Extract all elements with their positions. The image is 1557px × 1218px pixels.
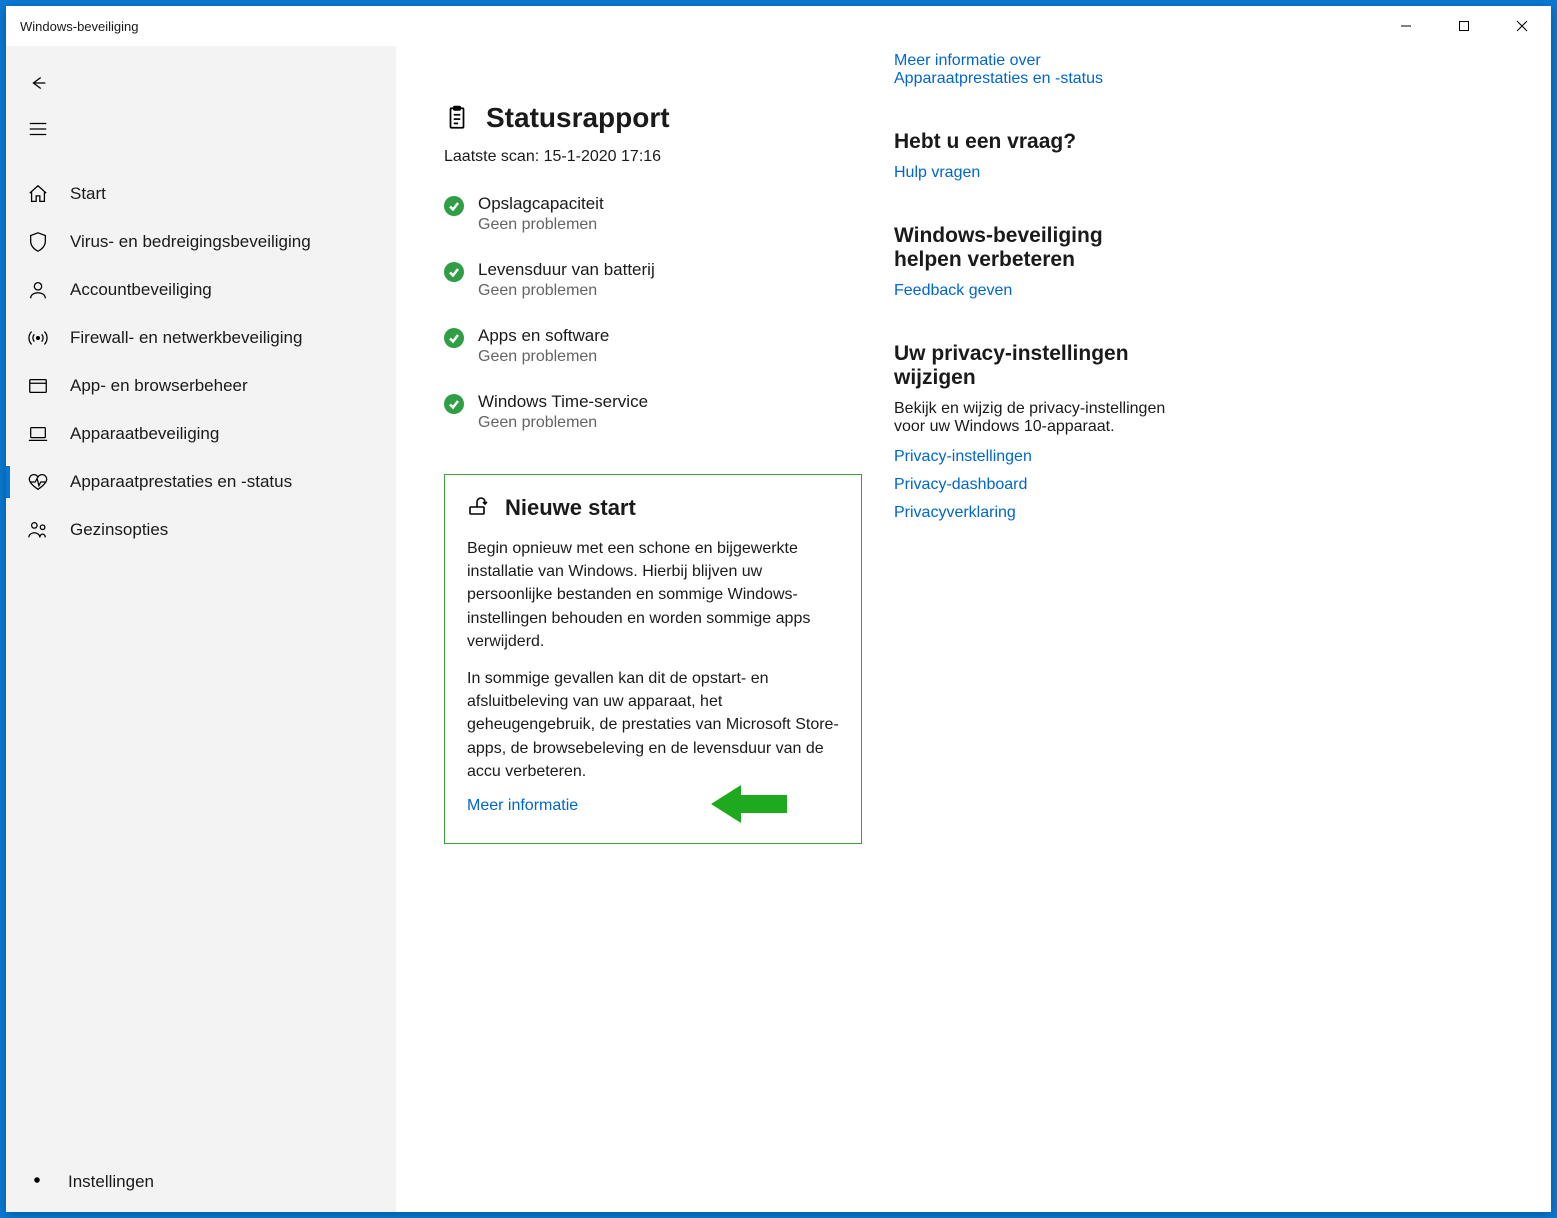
maximize-icon	[1458, 20, 1470, 32]
fresh-start-more-link[interactable]: Meer informatie	[467, 797, 578, 814]
check-ok-icon	[444, 328, 464, 348]
antenna-icon	[26, 326, 50, 350]
nav-item-label: Start	[70, 184, 106, 204]
shield-icon	[26, 230, 50, 254]
nav-settings[interactable]: Instellingen	[6, 1152, 396, 1212]
window: Windows-beveiliging	[6, 6, 1551, 1212]
window-title: Windows-beveiliging	[20, 19, 139, 34]
nav-settings-label: Instellingen	[68, 1172, 154, 1192]
heart-icon	[26, 470, 50, 494]
nav-item-label: Gezinsopties	[70, 520, 168, 540]
nav-item-label: Accountbeveiliging	[70, 280, 212, 300]
side-help-heading: Hebt u een vraag?	[894, 130, 1174, 154]
status-item: Apps en software Geen problemen	[444, 326, 864, 366]
minimize-button[interactable]	[1377, 6, 1435, 46]
nav-item-app[interactable]: App- en browserbeheer	[6, 362, 396, 410]
nav-item-family[interactable]: Gezinsopties	[6, 506, 396, 554]
status-item: Windows Time-service Geen problemen	[444, 392, 864, 432]
side-feedback-link[interactable]: Feedback geven	[894, 282, 1174, 300]
back-button[interactable]	[6, 60, 396, 106]
laptop-icon	[26, 422, 50, 446]
status-item: Opslagcapaciteit Geen problemen	[444, 194, 864, 234]
privacy-link[interactable]: Privacyverklaring	[894, 504, 1174, 522]
last-scan: Laatste scan: 15-1-2020 17:16	[444, 148, 864, 166]
fresh-start-icon	[467, 493, 491, 523]
status-item-sub: Geen problemen	[478, 282, 655, 300]
fresh-start-p1: Begin opnieuw met een schone en bijgewer…	[467, 537, 839, 653]
nav-item-firewall[interactable]: Firewall- en netwerkbeveiliging	[6, 314, 396, 362]
side-panel: Meer informatie over Apparaatprestaties …	[894, 46, 1174, 1182]
titlebar: Windows-beveiliging	[6, 6, 1551, 46]
side-privacy: Uw privacy-instellingen wijzigen Bekijk …	[894, 342, 1174, 522]
annotation-arrow	[709, 777, 789, 835]
nav-item-virus[interactable]: Virus- en bedreigingsbeveiliging	[6, 218, 396, 266]
nav-item-health[interactable]: Apparaatprestaties en -status	[6, 458, 396, 506]
side-feedback: Windows-beveiliging helpen verbeteren Fe…	[894, 224, 1174, 300]
maximize-button[interactable]	[1435, 6, 1493, 46]
status-item-title: Opslagcapaciteit	[478, 194, 604, 214]
fresh-start-heading: Nieuwe start	[505, 495, 636, 521]
family-icon	[26, 518, 50, 542]
status-heading: Statusrapport	[486, 102, 670, 134]
back-arrow-icon	[26, 71, 50, 95]
status-item-title: Apps en software	[478, 326, 609, 346]
side-help: Hebt u een vraag? Hulp vragen	[894, 130, 1174, 182]
body: Start Virus- en bedreigingsbeveiliging Acc…	[6, 46, 1551, 1212]
privacy-link[interactable]: Privacy-instellingen	[894, 448, 1174, 466]
side-privacy-heading: Uw privacy-instellingen wijzigen	[894, 342, 1174, 390]
side-privacy-desc: Bekijk en wijzig de privacy-instellingen…	[894, 400, 1174, 436]
check-ok-icon	[444, 394, 464, 414]
nav-item-label: Apparaatprestaties en -status	[70, 472, 292, 492]
status-item-sub: Geen problemen	[478, 348, 609, 366]
check-ok-icon	[444, 196, 464, 216]
nav-item-label: Apparaatbeveiliging	[70, 424, 219, 444]
nav-item-account[interactable]: Accountbeveiliging	[6, 266, 396, 314]
side-top-link[interactable]: Meer informatie over Apparaatprestaties …	[894, 52, 1174, 88]
main: Statusrapport Laatste scan: 15-1-2020 17…	[396, 46, 1551, 1212]
app-icon	[26, 374, 50, 398]
status-item-title: Levensduur van batterij	[478, 260, 655, 280]
fresh-start-heading-row: Nieuwe start	[467, 493, 839, 523]
fresh-start-box: Nieuwe start Begin opnieuw met een schon…	[444, 474, 862, 844]
status-heading-row: Statusrapport	[444, 102, 864, 134]
home-icon	[26, 182, 50, 206]
close-button[interactable]	[1493, 6, 1551, 46]
close-icon	[1516, 20, 1528, 32]
nav-item-home[interactable]: Start	[6, 170, 396, 218]
sidebar: Start Virus- en bedreigingsbeveiliging Acc…	[6, 46, 396, 1212]
content: Statusrapport Laatste scan: 15-1-2020 17…	[444, 46, 864, 1182]
nav-item-label: App- en browserbeheer	[70, 376, 248, 396]
privacy-link[interactable]: Privacy-dashboard	[894, 476, 1174, 494]
status-item-sub: Geen problemen	[478, 216, 604, 234]
fresh-start-p2: In sommige gevallen kan dit de opstart- …	[467, 667, 839, 783]
hamburger-button[interactable]	[6, 106, 396, 152]
side-help-link[interactable]: Hulp vragen	[894, 164, 1174, 182]
minimize-icon	[1400, 20, 1412, 32]
side-feedback-heading: Windows-beveiliging helpen verbeteren	[894, 224, 1174, 272]
nav-item-device[interactable]: Apparaatbeveiliging	[6, 410, 396, 458]
status-item: Levensduur van batterij Geen problemen	[444, 260, 864, 300]
status-item-title: Windows Time-service	[478, 392, 648, 412]
nav-item-label: Firewall- en netwerkbeveiliging	[70, 328, 302, 348]
clipboard-icon	[444, 105, 470, 131]
gear-icon	[26, 1169, 48, 1196]
hamburger-icon	[26, 117, 50, 141]
window-controls	[1377, 6, 1551, 46]
person-icon	[26, 278, 50, 302]
status-item-sub: Geen problemen	[478, 414, 648, 432]
nav-item-label: Virus- en bedreigingsbeveiliging	[70, 232, 311, 252]
check-ok-icon	[444, 262, 464, 282]
